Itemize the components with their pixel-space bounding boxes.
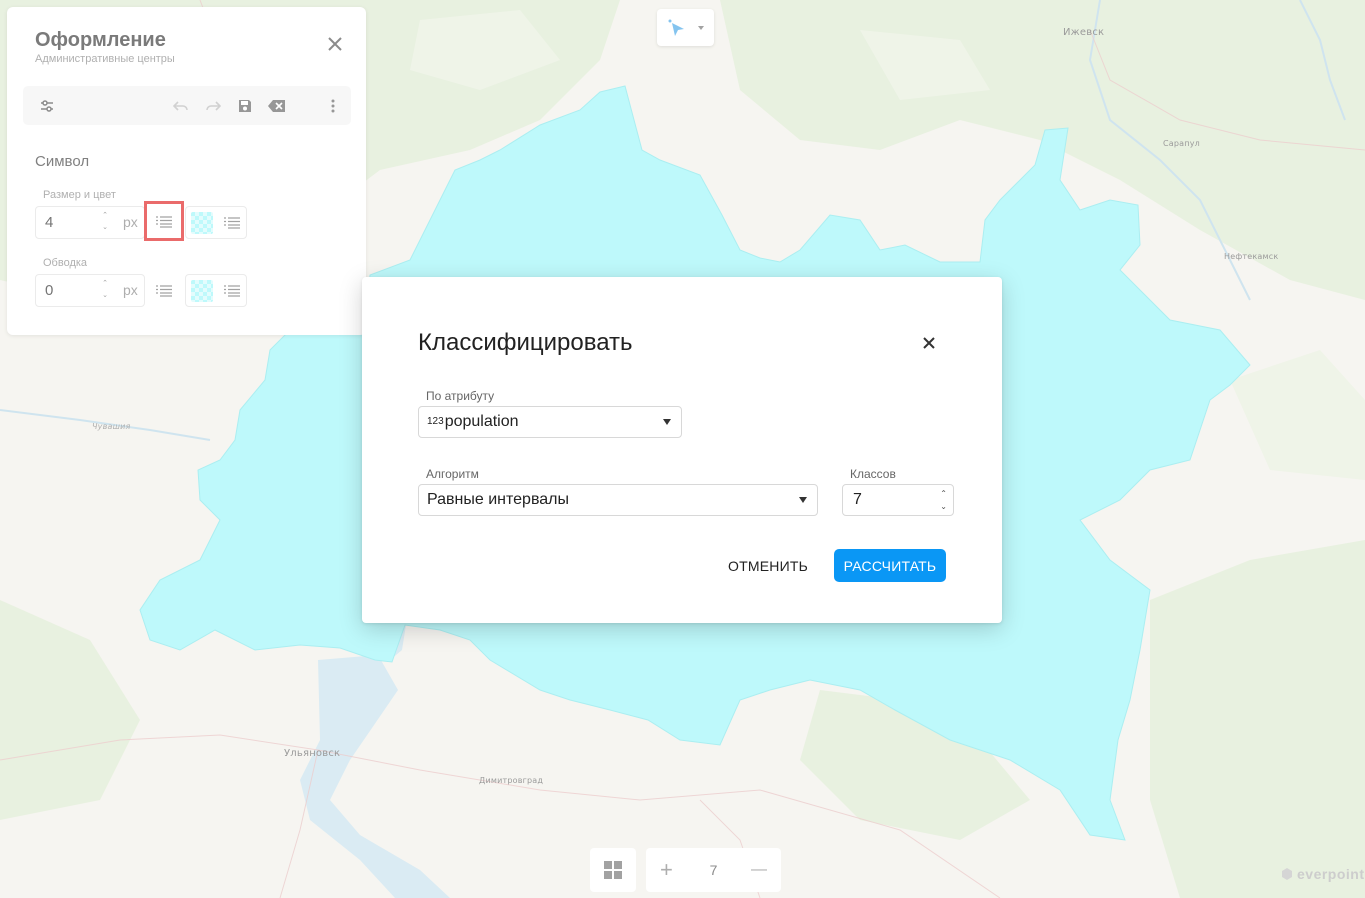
calculate-button[interactable]: РАССЧИТАТЬ: [834, 549, 946, 582]
classes-label: Классов: [850, 467, 896, 481]
cancel-button[interactable]: ОТМЕНИТЬ: [722, 550, 814, 582]
classes-value: 7: [853, 491, 862, 508]
dialog-title: Классифицировать: [418, 329, 633, 356]
close-icon: [923, 337, 935, 349]
algorithm-label: Алгоритм: [426, 467, 479, 481]
algorithm-select[interactable]: Равные интервалы: [418, 484, 818, 516]
chevron-down-icon: [663, 419, 671, 425]
numeric-type-icon: 123: [427, 416, 444, 427]
attribute-select[interactable]: 123population: [418, 406, 682, 438]
classify-dialog: Классифицировать По атрибуту 123populati…: [362, 277, 1002, 623]
close-dialog-button[interactable]: [918, 332, 940, 354]
attribute-value: population: [444, 413, 519, 430]
attribute-label: По атрибуту: [426, 389, 495, 403]
classes-input[interactable]: 7 ⌃ ⌄: [842, 484, 954, 516]
chevron-down-icon: [799, 497, 807, 503]
algorithm-value: Равные интервалы: [427, 491, 569, 508]
classes-stepper[interactable]: ⌃ ⌄: [940, 487, 947, 513]
